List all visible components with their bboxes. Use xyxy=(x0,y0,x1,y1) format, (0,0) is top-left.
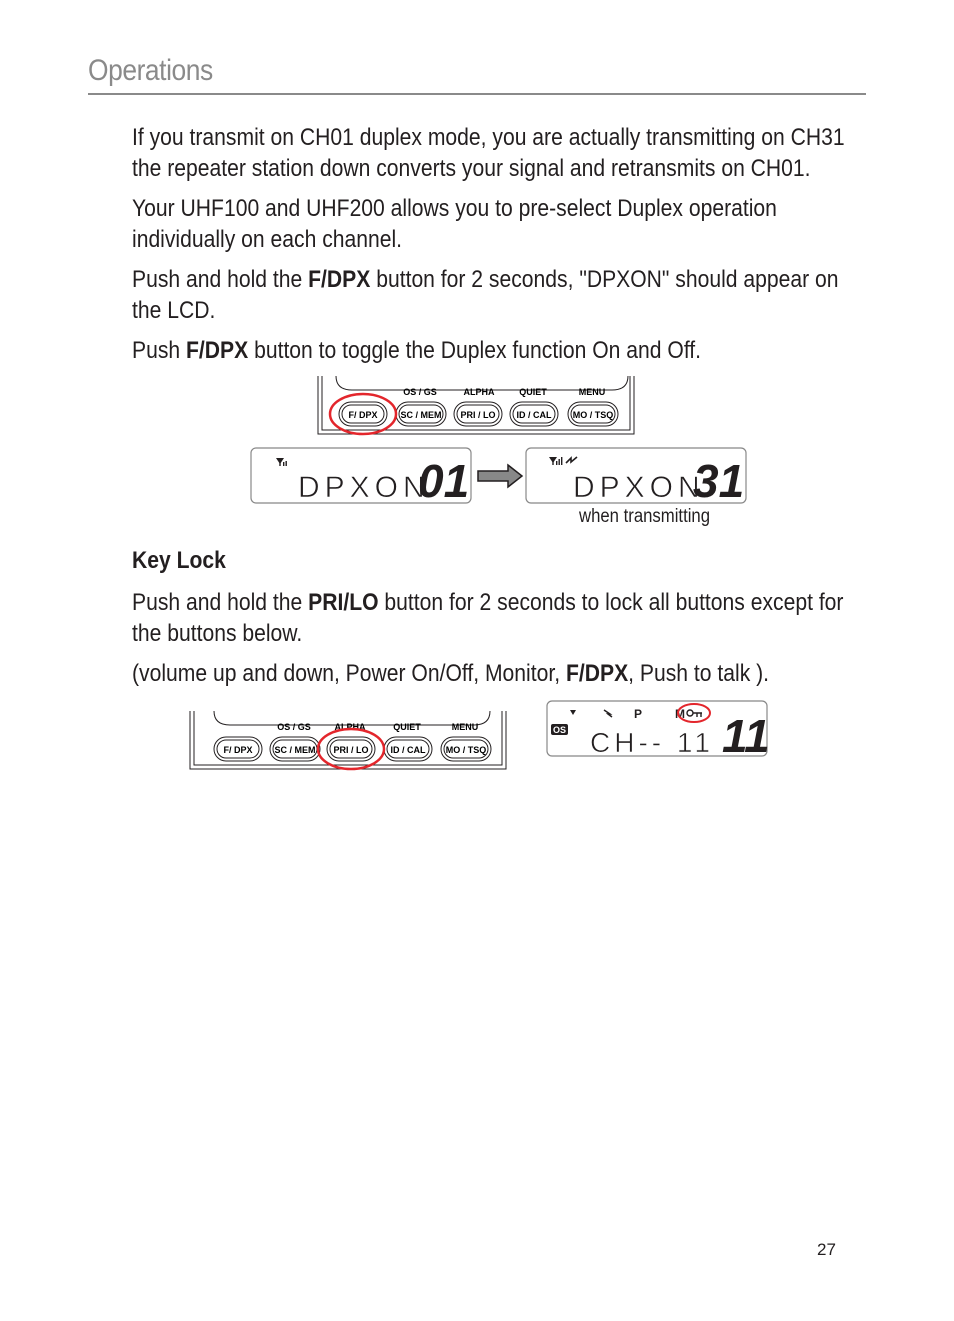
key-label: F/ DPX xyxy=(348,410,377,420)
label-alpha: ALPHA xyxy=(464,387,495,397)
page-number: 27 xyxy=(817,1240,836,1259)
lcd-display-after: DPXON 31 xyxy=(525,447,747,505)
label-quiet: QUIET xyxy=(393,722,421,732)
label-os-gs: OS / GS xyxy=(277,722,311,732)
key-label: F/ DPX xyxy=(223,745,252,755)
text: , Push to talk ). xyxy=(628,660,770,687)
figure-caption: when transmitting xyxy=(579,506,711,527)
key-fdpx[interactable]: F/ DPX xyxy=(338,401,388,427)
paragraph-preselect: Your UHF100 and UHF200 allows you to pre… xyxy=(132,195,777,253)
label-menu: MENU xyxy=(452,722,479,732)
key-label: MO / TSQ xyxy=(446,745,487,755)
upper-labels: OS / GS ALPHA QUIET MENU xyxy=(277,722,478,732)
button-name-fdpx: F/DPX xyxy=(186,337,249,364)
page-title: Operations xyxy=(88,54,213,87)
label-os-gs: OS / GS xyxy=(403,387,437,397)
key-label: ID / CAL xyxy=(517,410,553,420)
key-id-cal[interactable]: ID / CAL xyxy=(509,401,559,427)
lcd-text: CH-- 11 xyxy=(590,727,714,758)
key-label: PRI / LO xyxy=(460,410,495,420)
text: Push xyxy=(132,337,187,364)
key-sc-mem[interactable]: SC / MEM xyxy=(395,401,447,427)
button-name-fdpx: F/DPX xyxy=(308,266,371,293)
lcd-channel: 01 xyxy=(418,455,469,505)
lcd-channel: 31 xyxy=(693,455,744,505)
keypad-figure-1: OS / GS ALPHA QUIET MENU F/ DPX SC / MEM… xyxy=(317,375,635,436)
os-badge-text: OS xyxy=(553,725,566,735)
paragraph-duplex-intro: If you transmit on CH01 duplex mode, you… xyxy=(132,124,845,182)
lcd-text: DPXON xyxy=(573,471,705,504)
label-menu: MENU xyxy=(579,387,606,397)
priority-indicator: P xyxy=(634,707,642,721)
paragraph-toggle-fdpx: Push F/DPX button to toggle the Duplex f… xyxy=(132,335,862,366)
lcd-display-before: DPXON 01 xyxy=(250,447,472,505)
lcd-display-locked: OS P M CH-- 11 11 xyxy=(546,700,770,758)
key-mo-tsq[interactable]: MO / TSQ xyxy=(567,401,619,427)
button-name-prilo: PRI/LO xyxy=(308,589,379,616)
key-fdpx[interactable]: F/ DPX xyxy=(213,736,263,762)
key-id-cal[interactable]: ID / CAL xyxy=(383,736,433,762)
arrow-right-icon xyxy=(477,463,524,489)
button-name-fdpx: F/DPX xyxy=(565,660,629,687)
keypad-figure-2: OS / GS ALPHA QUIET MENU F/ DPX SC / MEM… xyxy=(189,710,507,771)
key-label: SC / MEM xyxy=(274,745,315,755)
key-label: MO / TSQ xyxy=(573,410,614,420)
lcd-channel: 11 xyxy=(722,710,770,758)
text: Push and hold the xyxy=(132,266,309,293)
section-heading-key-lock: Key Lock xyxy=(132,547,226,574)
key-pri-lo[interactable]: PRI / LO xyxy=(326,736,376,762)
key-label: SC / MEM xyxy=(400,410,441,420)
text: Push and hold the xyxy=(132,589,309,616)
lcd-text: DPXON xyxy=(298,471,430,504)
header-divider xyxy=(88,93,866,95)
paragraph-keylock: Push and hold the PRI/LO button for 2 se… xyxy=(132,587,862,649)
text: button to toggle the Duplex function On … xyxy=(248,337,702,364)
paragraph-hold-fdpx: Push and hold the F/DPX button for 2 sec… xyxy=(132,264,862,326)
key-mo-tsq[interactable]: MO / TSQ xyxy=(440,736,492,762)
key-sc-mem[interactable]: SC / MEM xyxy=(269,736,321,762)
key-pri-lo[interactable]: PRI / LO xyxy=(453,401,503,427)
text: (volume up and down, Power On/Off, Monit… xyxy=(132,660,566,687)
key-label: PRI / LO xyxy=(333,745,368,755)
label-quiet: QUIET xyxy=(519,387,547,397)
key-label: ID / CAL xyxy=(391,745,427,755)
upper-labels: OS / GS ALPHA QUIET MENU xyxy=(403,387,605,397)
paragraph-exceptions: (volume up and down, Power On/Off, Monit… xyxy=(132,658,862,689)
